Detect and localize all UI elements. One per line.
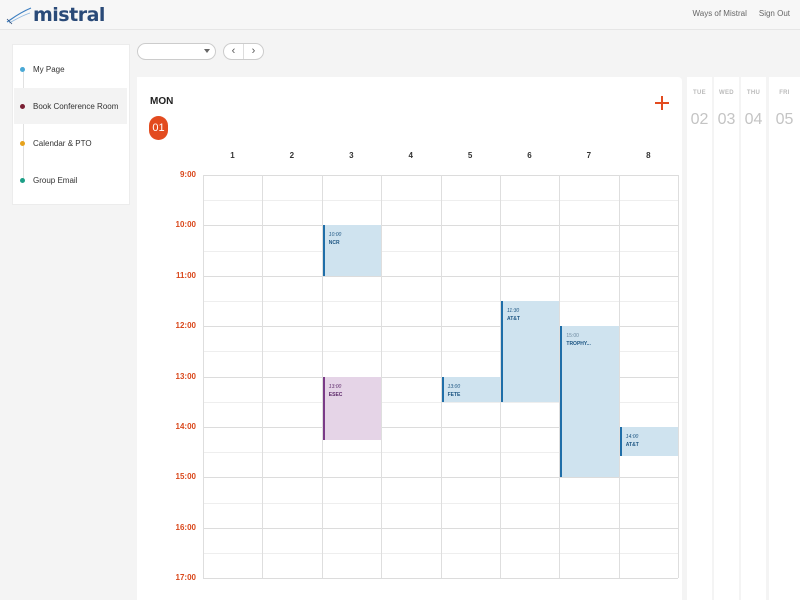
room-column-header: 3: [349, 151, 354, 160]
day-card-name: TUE: [693, 90, 706, 96]
room-column-header: 2: [289, 151, 295, 160]
dot-icon: [20, 177, 25, 183]
event-title: NCR: [328, 240, 340, 247]
room-column-header: 8: [646, 151, 651, 160]
day-card-thu[interactable]: THU 04: [741, 77, 766, 600]
event-title: FETE: [447, 391, 461, 398]
event-time: 13:00: [447, 383, 461, 390]
brand-name: mistral: [33, 4, 105, 26]
sidebar-item-label: Book Conference Room: [33, 101, 119, 111]
time-label: 17:00: [175, 573, 196, 583]
sidebar-item-label: Calendar & PTO: [33, 138, 92, 148]
time-label: 15:00: [175, 472, 196, 482]
event-title: ESEC: [328, 391, 343, 398]
day-card-number: 02: [690, 111, 709, 128]
booking-event[interactable]: 15:00 TROPHY...: [560, 326, 619, 478]
sidebar-item-book-conference-room[interactable]: Book Conference Room: [14, 88, 127, 124]
room-column-divider: [678, 175, 680, 578]
room-select-dropdown[interactable]: [137, 43, 216, 60]
day-card-tue[interactable]: TUE 02: [687, 77, 712, 600]
day-name: MON: [150, 96, 174, 107]
room-column-divider: [262, 175, 264, 578]
event-title: TROPHY...: [566, 341, 591, 348]
hour-gridline: [203, 578, 678, 580]
dot-icon: [20, 140, 25, 146]
sidebar-item-my-page[interactable]: My Page: [14, 51, 127, 87]
room-column-header: 7: [586, 151, 592, 160]
day-card-wed[interactable]: WED 03: [714, 77, 739, 600]
day-card-fri[interactable]: FRI 05: [769, 77, 800, 600]
day-card-name: FRI: [779, 90, 790, 96]
time-label: 14:00: [175, 422, 196, 431]
time-label: 11:00: [175, 270, 196, 280]
sidebar-item-calendar-pto[interactable]: Calendar & PTO: [14, 125, 127, 161]
event-time: 13:00: [328, 383, 342, 390]
room-column-header: 5: [467, 151, 473, 160]
dot-icon: [20, 103, 25, 109]
sidebar-item-label: My Page: [33, 64, 65, 74]
sidebar-item-group-email[interactable]: Group Email: [14, 162, 127, 198]
day-number-badge: 01: [149, 116, 168, 140]
room-column-divider: [203, 175, 204, 578]
booking-event[interactable]: 13:00 ESEC: [322, 376, 382, 440]
day-card-number: 04: [744, 111, 763, 128]
room-column-header: 6: [527, 151, 532, 160]
sign-out-link[interactable]: Sign Out: [759, 9, 790, 18]
time-label: 12:00: [175, 321, 196, 331]
prev-day-button[interactable]: ‹: [224, 44, 243, 59]
booking-event[interactable]: 11:30 AT&T: [501, 301, 560, 402]
time-label: 16:00: [175, 522, 196, 532]
day-card-number: 03: [717, 111, 736, 128]
next-day-button[interactable]: ›: [243, 44, 263, 59]
time-label: 13:00: [175, 371, 196, 381]
room-column-header: 4: [408, 151, 413, 160]
event-time: 14:00: [625, 434, 639, 440]
event-time: 10:00: [328, 232, 342, 239]
sidebar-item-label: Group Email: [33, 175, 78, 185]
booking-event[interactable]: 10:00 NCR: [322, 225, 382, 276]
day-calendar-panel: MON 01 1 2 3 4 5 6 7 8 9:00 10:00 11:00 12:00 13:00 1…: [137, 77, 682, 600]
day-card-name: WED: [719, 90, 734, 96]
room-column-header: 1: [230, 151, 235, 160]
event-time: 15:00: [566, 333, 579, 340]
caret-down-icon: [204, 49, 210, 53]
wind-swoosh-icon: [6, 7, 32, 25]
booking-event[interactable]: 14:00 AT&T: [619, 427, 679, 457]
ways-of-mistral-link[interactable]: Ways of Mistral: [692, 9, 746, 18]
event-title: AT&T: [507, 316, 520, 322]
room-column-divider: [381, 175, 383, 578]
booking-event[interactable]: 13:00 FETE: [441, 376, 500, 402]
plus-icon[interactable]: [655, 92, 673, 114]
time-label: 10:00: [175, 220, 196, 230]
header-links: Ways of Mistral Sign Out: [692, 9, 790, 18]
day-card-number: 05: [775, 111, 794, 128]
day-card-name: THU: [746, 90, 761, 96]
event-title: AT&T: [625, 442, 639, 448]
dot-icon: [20, 66, 25, 72]
top-bar: mistral Ways of Mistral Sign Out: [0, 0, 800, 30]
logo[interactable]: mistral: [6, 3, 105, 27]
time-label: 9:00: [179, 170, 196, 179]
event-time: 11:30: [507, 308, 520, 314]
room-column-divider: [618, 175, 620, 578]
sidebar: My Page Book Conference Room Calendar & …: [12, 44, 130, 205]
date-navigation: ‹ ›: [223, 43, 264, 60]
